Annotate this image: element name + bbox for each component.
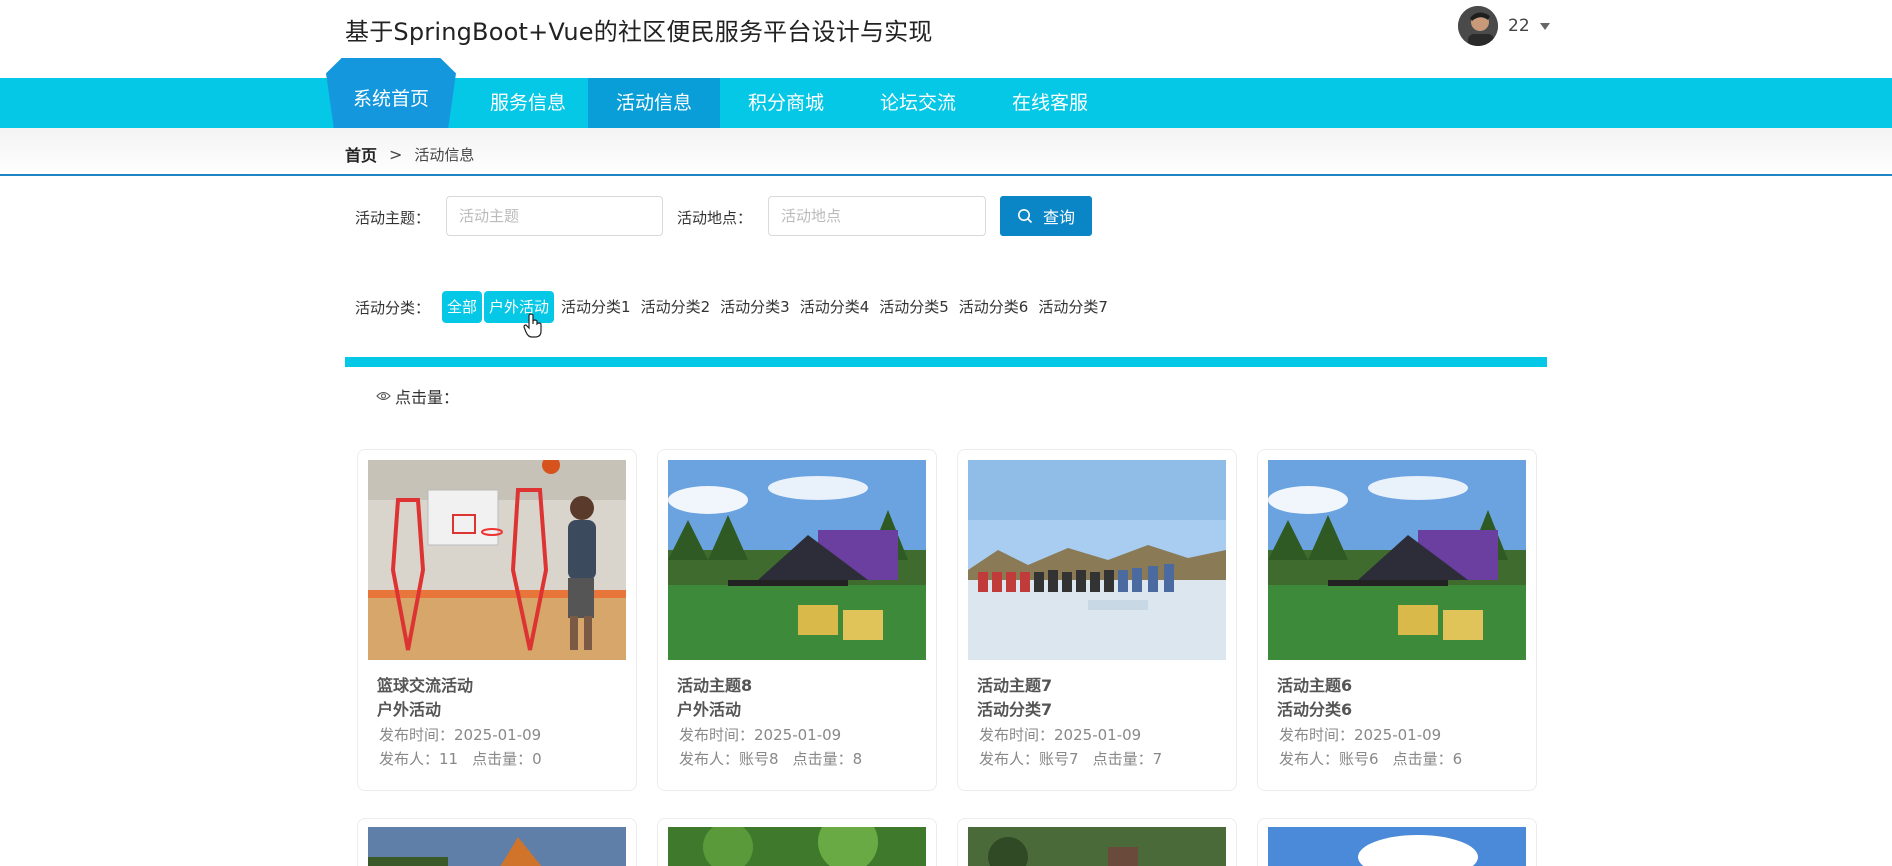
nav-home-label: 系统首页 [352,88,429,110]
activity-image [668,827,926,866]
activity-card[interactable] [1257,818,1537,866]
breadcrumb-separator: > [389,144,403,164]
card-title: 活动主题8 [677,676,753,695]
place-input[interactable] [768,196,986,236]
card-category: 活动分类6 [1277,700,1353,719]
activity-card[interactable] [657,818,937,866]
breadcrumb: 首页 > 活动信息 [345,142,474,166]
nav-forum[interactable]: 论坛交流 [852,78,984,128]
card-meta: 发布人：账号6 点击量：6 [1279,750,1463,768]
category-item[interactable]: 活动分类1 [556,291,636,323]
activity-card[interactable]: 活动主题7 活动分类7 发布时间：2025-01-09 发布人：账号7 点击量：… [957,449,1237,791]
category-item[interactable]: 活动分类2 [636,291,716,323]
category-item[interactable]: 活动分类4 [795,291,875,323]
sort-clicks-label: 点击量： [395,388,460,407]
activity-image [368,827,626,866]
activity-image-park-event [1268,460,1526,660]
sort-clicks[interactable]: 点击量： [376,384,459,408]
category-outdoor[interactable]: 户外活动 [484,291,555,323]
category-label: 活动分类： [355,298,431,317]
eye-icon [376,391,391,401]
place-label: 活动地点： [677,209,753,227]
card-title: 篮球交流活动 [377,676,474,695]
search-button-label: 查询 [1042,208,1075,227]
activity-card[interactable]: 活动主题6 活动分类6 发布时间：2025-01-09 发布人：账号6 点击量：… [1257,449,1537,791]
card-title: 活动主题6 [1277,676,1353,695]
card-meta: 发布人：账号8 点击量：8 [679,750,863,768]
activity-image-park-event [668,460,926,660]
nav-points-mall[interactable]: 积分商城 [720,78,852,128]
search-icon [1017,209,1033,224]
activity-card[interactable] [357,818,637,866]
card-category: 户外活动 [677,700,742,719]
card-category: 户外活动 [377,700,442,719]
hand-cursor-icon [523,313,542,338]
card-date: 发布时间：2025-01-09 [379,726,542,744]
category-item[interactable]: 活动分类3 [715,291,795,323]
activity-image [1268,827,1526,866]
category-item[interactable]: 活动分类7 [1033,291,1113,323]
site-title: 基于SpringBoot+Vue的社区便民服务平台设计与实现 [345,18,933,46]
card-category: 活动分类7 [977,700,1053,719]
user-name: 22 [1508,16,1530,36]
activity-card[interactable] [957,818,1237,866]
activity-image-ice-skating [968,460,1226,660]
user-menu[interactable]: 22 [1458,6,1550,46]
category-filter: 活动分类： 全部 户外活动 活动分类1 活动分类2 活动分类3 活动分类4 活动… [355,291,1113,323]
theme-input[interactable] [446,196,663,236]
activity-card[interactable]: 活动主题8 户外活动 发布时间：2025-01-09 发布人：账号8 点击量：8 [657,449,937,791]
breadcrumb-home[interactable]: 首页 [345,142,377,166]
nav-service-info[interactable]: 服务信息 [466,78,590,128]
avatar[interactable] [1458,6,1498,46]
card-meta: 发布人：账号7 点击量：7 [979,750,1163,768]
section-divider [345,357,1547,367]
search-button[interactable]: 查询 [1000,196,1092,236]
card-meta: 发布人：11 点击量：0 [379,750,542,768]
nav-activity-info[interactable]: 活动信息 [588,78,720,128]
activity-image [968,827,1226,866]
category-item[interactable]: 活动分类5 [874,291,954,323]
card-date: 发布时间：2025-01-09 [979,726,1142,744]
card-date: 发布时间：2025-01-09 [1279,726,1442,744]
card-title: 活动主题7 [977,676,1053,695]
category-item[interactable]: 活动分类6 [954,291,1034,323]
activity-image-basketball [368,460,626,660]
breadcrumb-bar [0,128,1892,176]
card-date: 发布时间：2025-01-09 [679,726,842,744]
activity-card[interactable]: 篮球交流活动 户外活动 发布时间：2025-01-09 发布人：11 点击量：0 [357,449,637,791]
nav-online-service[interactable]: 在线客服 [984,78,1116,128]
breadcrumb-current: 活动信息 [414,145,475,164]
theme-label: 活动主题： [355,209,431,227]
caret-down-icon [1539,22,1550,30]
category-all[interactable]: 全部 [442,291,483,323]
nav-home[interactable]: 系统首页 [326,58,456,128]
